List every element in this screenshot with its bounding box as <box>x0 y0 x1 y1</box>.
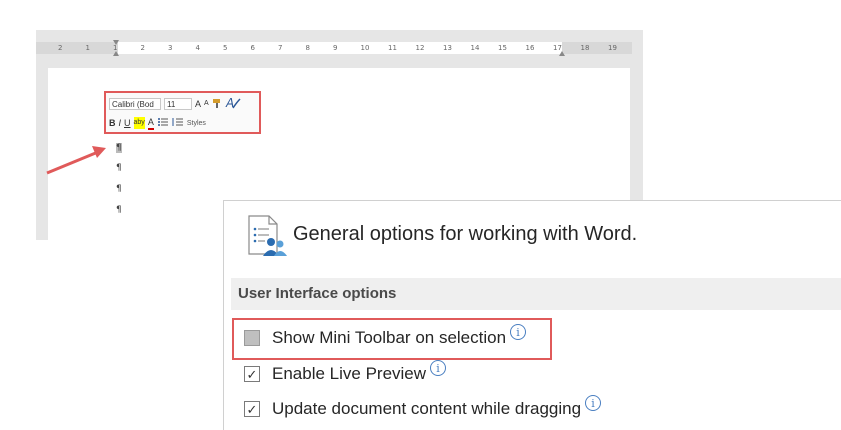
ruler-tick-label: 7 <box>278 44 283 52</box>
font-size-dropdown[interactable]: 11 <box>164 98 192 110</box>
info-icon[interactable]: i <box>585 395 602 411</box>
underline-button[interactable]: U <box>124 117 131 129</box>
checkbox-update-while-dragging[interactable]: ✓ <box>244 401 260 417</box>
styles-pane-icon[interactable]: A <box>225 96 241 112</box>
info-icon[interactable]: i <box>430 360 447 376</box>
font-name-dropdown[interactable]: Calibri (Bod <box>109 98 161 110</box>
ruler-tick-label: 18 <box>580 44 590 52</box>
options-header: General options for working with Word. <box>293 223 638 245</box>
shrink-font-button[interactable]: A <box>204 98 209 110</box>
ruler-tick-label: 13 <box>443 44 452 52</box>
svg-text:A: A <box>225 96 234 110</box>
option-label: Enable Live Preview <box>272 364 427 383</box>
format-painter-icon[interactable] <box>212 98 222 110</box>
ruler-tick-label: 9 <box>333 44 338 52</box>
paragraph-mark: ¶ <box>116 184 122 194</box>
general-options-icon <box>248 215 287 256</box>
ruler-tick-label: 15 <box>498 44 507 52</box>
callout-arrow-icon <box>46 146 106 175</box>
checkbox-enable-live-preview[interactable]: ✓ <box>244 366 260 382</box>
option-enable-live-preview[interactable]: ✓ Enable Live Preview i <box>244 360 447 384</box>
highlight-box <box>232 318 552 360</box>
italic-button[interactable]: I <box>119 117 122 129</box>
ruler-tick-label: 10 <box>360 44 370 52</box>
font-color-button[interactable]: A <box>147 116 154 130</box>
ruler-tick-label: 2 <box>58 44 63 52</box>
left-indent-marker-icon[interactable] <box>113 40 119 56</box>
right-indent-marker-icon[interactable] <box>559 40 565 56</box>
grow-font-button[interactable]: A <box>195 98 201 110</box>
ruler-tick-label: 19 <box>608 44 617 52</box>
bullets-icon[interactable] <box>157 117 169 129</box>
ruler-tick-label: 5 <box>223 44 228 52</box>
bold-button[interactable]: B <box>109 117 116 129</box>
mini-toolbar: Calibri (Bod 11 A A A B I U aby A Styles <box>104 91 261 134</box>
ruler-tick-label: 3 <box>168 44 173 52</box>
styles-button[interactable]: Styles <box>187 120 206 127</box>
option-label: Update document content while dragging <box>272 399 582 418</box>
ruler-tick-label: 14 <box>470 44 480 52</box>
numbering-icon[interactable] <box>172 117 184 129</box>
ruler-tick-label: 11 <box>388 44 397 52</box>
ruler-text-area <box>118 42 562 54</box>
ruler-tick-label: 16 <box>525 44 535 52</box>
ruler-tick-label: 12 <box>415 44 425 52</box>
highlight-button[interactable]: aby <box>133 117 145 129</box>
option-update-while-dragging[interactable]: ✓ Update document content while dragging… <box>244 395 602 419</box>
ruler-tick-label: 6 <box>250 44 255 52</box>
ruler-tick-label: 2 <box>140 44 145 52</box>
section-title: User Interface options <box>238 285 397 302</box>
ruler-tick-label: 4 <box>195 44 200 52</box>
ruler-tick-label: 1 <box>85 44 90 52</box>
paragraph-mark: ¶ <box>116 205 122 215</box>
ruler-tick-label: 8 <box>305 44 310 52</box>
